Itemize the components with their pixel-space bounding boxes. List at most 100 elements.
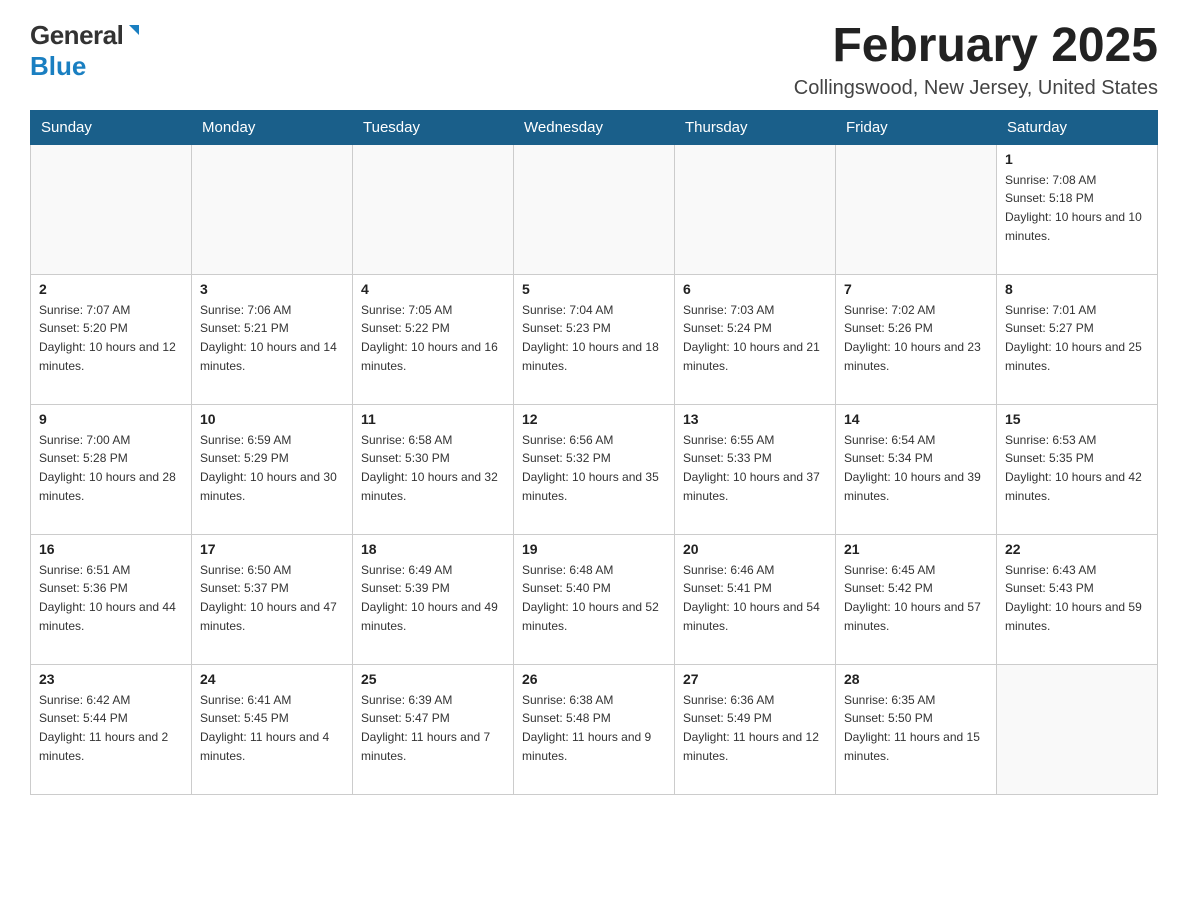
day-number: 23 <box>39 671 183 687</box>
day-number: 2 <box>39 281 183 297</box>
day-info: Sunrise: 6:49 AM Sunset: 5:39 PM Dayligh… <box>361 561 505 635</box>
calendar-table: SundayMondayTuesdayWednesdayThursdayFrid… <box>30 110 1158 795</box>
day-header-tuesday: Tuesday <box>353 110 514 144</box>
day-info: Sunrise: 6:42 AM Sunset: 5:44 PM Dayligh… <box>39 691 183 765</box>
day-number: 15 <box>1005 411 1149 427</box>
calendar-header: SundayMondayTuesdayWednesdayThursdayFrid… <box>31 110 1158 144</box>
day-number: 20 <box>683 541 827 557</box>
month-title: February 2025 <box>794 20 1158 73</box>
calendar-cell <box>997 664 1158 794</box>
calendar-cell: 20 Sunrise: 6:46 AM Sunset: 5:41 PM Dayli… <box>675 534 836 664</box>
day-number: 3 <box>200 281 344 297</box>
calendar-cell: 13Sunrise: 6:55 AM Sunset: 5:33 PM Dayli… <box>675 404 836 534</box>
calendar-cell: 2 Sunrise: 7:07 AM Sunset: 5:20 PM Daylig… <box>31 274 192 404</box>
day-info: Sunrise: 6:50 AM Sunset: 5:37 PM Dayligh… <box>200 561 344 635</box>
calendar-week-2: 2 Sunrise: 7:07 AM Sunset: 5:20 PM Daylig… <box>31 274 1158 404</box>
day-info: Sunrise: 6:43 AM Sunset: 5:43 PM Dayligh… <box>1005 561 1149 635</box>
calendar-cell: 14 Sunrise: 6:54 AM Sunset: 5:34 PM Dayli… <box>836 404 997 534</box>
calendar-cell: 22 Sunrise: 6:43 AM Sunset: 5:43 PM Dayli… <box>997 534 1158 664</box>
day-number: 6 <box>683 281 827 297</box>
day-info: Sunrise: 6:51 AM Sunset: 5:36 PM Dayligh… <box>39 561 183 635</box>
day-info: Sunrise: 6:58 AM Sunset: 5:30 PM Dayligh… <box>361 431 505 505</box>
day-number: 16 <box>39 541 183 557</box>
day-number: 21 <box>844 541 988 557</box>
calendar-cell <box>192 144 353 274</box>
calendar-cell: 6 Sunrise: 7:03 AM Sunset: 5:24 PM Daylig… <box>675 274 836 404</box>
title-block: February 2025 Collingswood, New Jersey, … <box>794 20 1158 100</box>
logo-arrow-icon <box>125 23 143 46</box>
day-info: Sunrise: 7:04 AM Sunset: 5:23 PM Dayligh… <box>522 301 666 375</box>
day-number: 25 <box>361 671 505 687</box>
day-info: Sunrise: 6:39 AM Sunset: 5:47 PM Dayligh… <box>361 691 505 765</box>
logo-general-text: General <box>30 20 123 51</box>
day-number: 14 <box>844 411 988 427</box>
day-number: 4 <box>361 281 505 297</box>
calendar-cell: 28 Sunrise: 6:35 AM Sunset: 5:50 PM Dayli… <box>836 664 997 794</box>
day-number: 26 <box>522 671 666 687</box>
day-info: Sunrise: 6:56 AM Sunset: 5:32 PM Dayligh… <box>522 431 666 505</box>
calendar-week-5: 23 Sunrise: 6:42 AM Sunset: 5:44 PM Dayli… <box>31 664 1158 794</box>
calendar-week-1: 1Sunrise: 7:08 AM Sunset: 5:18 PM Daylig… <box>31 144 1158 274</box>
calendar-cell: 12 Sunrise: 6:56 AM Sunset: 5:32 PM Dayli… <box>514 404 675 534</box>
day-number: 12 <box>522 411 666 427</box>
day-info: Sunrise: 7:07 AM Sunset: 5:20 PM Dayligh… <box>39 301 183 375</box>
calendar-cell: 11Sunrise: 6:58 AM Sunset: 5:30 PM Dayli… <box>353 404 514 534</box>
day-number: 19 <box>522 541 666 557</box>
calendar-cell <box>836 144 997 274</box>
calendar-cell: 18 Sunrise: 6:49 AM Sunset: 5:39 PM Dayli… <box>353 534 514 664</box>
day-number: 9 <box>39 411 183 427</box>
day-header-thursday: Thursday <box>675 110 836 144</box>
day-number: 17 <box>200 541 344 557</box>
day-header-saturday: Saturday <box>997 110 1158 144</box>
calendar-cell: 27Sunrise: 6:36 AM Sunset: 5:49 PM Dayli… <box>675 664 836 794</box>
calendar-cell: 26 Sunrise: 6:38 AM Sunset: 5:48 PM Dayli… <box>514 664 675 794</box>
calendar-week-4: 16 Sunrise: 6:51 AM Sunset: 5:36 PM Dayli… <box>31 534 1158 664</box>
day-number: 10 <box>200 411 344 427</box>
day-info: Sunrise: 6:46 AM Sunset: 5:41 PM Dayligh… <box>683 561 827 635</box>
calendar-cell: 16 Sunrise: 6:51 AM Sunset: 5:36 PM Dayli… <box>31 534 192 664</box>
day-header-sunday: Sunday <box>31 110 192 144</box>
calendar-cell <box>31 144 192 274</box>
calendar-cell: 25 Sunrise: 6:39 AM Sunset: 5:47 PM Dayli… <box>353 664 514 794</box>
day-info: Sunrise: 7:02 AM Sunset: 5:26 PM Dayligh… <box>844 301 988 375</box>
calendar-cell: 1Sunrise: 7:08 AM Sunset: 5:18 PM Daylig… <box>997 144 1158 274</box>
logo: General Blue <box>30 20 143 82</box>
calendar-cell: 9 Sunrise: 7:00 AM Sunset: 5:28 PM Daylig… <box>31 404 192 534</box>
day-info: Sunrise: 7:08 AM Sunset: 5:18 PM Dayligh… <box>1005 171 1149 245</box>
day-info: Sunrise: 6:48 AM Sunset: 5:40 PM Dayligh… <box>522 561 666 635</box>
day-number: 8 <box>1005 281 1149 297</box>
calendar-cell: 8 Sunrise: 7:01 AM Sunset: 5:27 PM Daylig… <box>997 274 1158 404</box>
day-number: 28 <box>844 671 988 687</box>
day-header-wednesday: Wednesday <box>514 110 675 144</box>
calendar-body: 1Sunrise: 7:08 AM Sunset: 5:18 PM Daylig… <box>31 144 1158 794</box>
day-info: Sunrise: 6:53 AM Sunset: 5:35 PM Dayligh… <box>1005 431 1149 505</box>
day-info: Sunrise: 7:06 AM Sunset: 5:21 PM Dayligh… <box>200 301 344 375</box>
day-info: Sunrise: 6:54 AM Sunset: 5:34 PM Dayligh… <box>844 431 988 505</box>
calendar-cell <box>675 144 836 274</box>
calendar-cell: 4 Sunrise: 7:05 AM Sunset: 5:22 PM Daylig… <box>353 274 514 404</box>
calendar-cell: 24Sunrise: 6:41 AM Sunset: 5:45 PM Dayli… <box>192 664 353 794</box>
day-number: 13 <box>683 411 827 427</box>
day-number: 27 <box>683 671 827 687</box>
calendar-cell <box>353 144 514 274</box>
day-info: Sunrise: 7:05 AM Sunset: 5:22 PM Dayligh… <box>361 301 505 375</box>
day-info: Sunrise: 6:38 AM Sunset: 5:48 PM Dayligh… <box>522 691 666 765</box>
calendar-cell <box>514 144 675 274</box>
calendar-cell: 19 Sunrise: 6:48 AM Sunset: 5:40 PM Dayli… <box>514 534 675 664</box>
calendar-cell: 17 Sunrise: 6:50 AM Sunset: 5:37 PM Dayli… <box>192 534 353 664</box>
day-header-row: SundayMondayTuesdayWednesdayThursdayFrid… <box>31 110 1158 144</box>
location-title: Collingswood, New Jersey, United States <box>794 77 1158 100</box>
day-info: Sunrise: 7:00 AM Sunset: 5:28 PM Dayligh… <box>39 431 183 505</box>
day-info: Sunrise: 7:03 AM Sunset: 5:24 PM Dayligh… <box>683 301 827 375</box>
day-number: 18 <box>361 541 505 557</box>
day-info: Sunrise: 6:35 AM Sunset: 5:50 PM Dayligh… <box>844 691 988 765</box>
day-header-friday: Friday <box>836 110 997 144</box>
page-header: General Blue February 2025 Collingswood,… <box>30 20 1158 100</box>
day-info: Sunrise: 7:01 AM Sunset: 5:27 PM Dayligh… <box>1005 301 1149 375</box>
calendar-cell: 15 Sunrise: 6:53 AM Sunset: 5:35 PM Dayli… <box>997 404 1158 534</box>
calendar-cell: 7 Sunrise: 7:02 AM Sunset: 5:26 PM Daylig… <box>836 274 997 404</box>
day-number: 22 <box>1005 541 1149 557</box>
day-number: 7 <box>844 281 988 297</box>
calendar-cell: 5Sunrise: 7:04 AM Sunset: 5:23 PM Daylig… <box>514 274 675 404</box>
day-info: Sunrise: 6:59 AM Sunset: 5:29 PM Dayligh… <box>200 431 344 505</box>
